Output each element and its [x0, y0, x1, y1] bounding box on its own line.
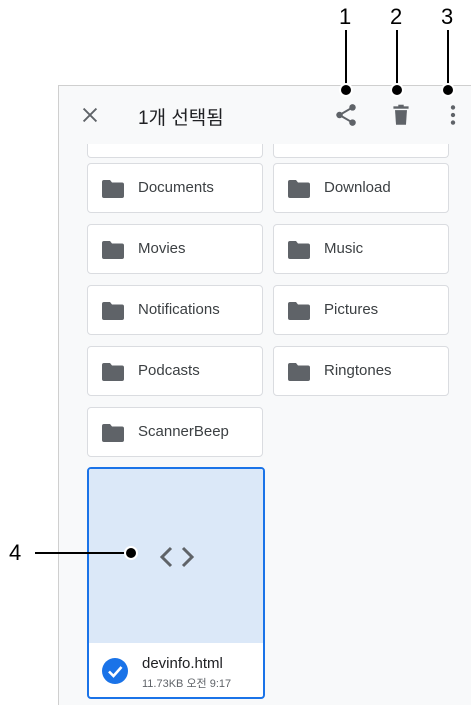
callout-line-1	[345, 30, 347, 90]
folder-name: Documents	[138, 179, 214, 196]
folder-name: Download	[324, 179, 391, 196]
folder-name: Pictures	[324, 301, 379, 318]
callout-dot-2	[392, 85, 402, 95]
file-thumbnail	[89, 469, 263, 643]
callout-line-2	[396, 30, 398, 90]
folder-tile[interactable]: ScannerBeep	[87, 407, 263, 457]
folder-icon	[288, 180, 310, 198]
code-icon	[159, 546, 195, 568]
callout-dot-1	[341, 85, 351, 95]
folder-name: Notifications	[138, 301, 220, 318]
folder-tile[interactable]: Documents	[87, 163, 263, 213]
folder-name: ScannerBeep	[138, 423, 229, 440]
folder-icon	[102, 180, 124, 198]
folder-icon	[102, 302, 124, 320]
folder-icon	[102, 363, 124, 381]
callout-4: 4	[9, 540, 22, 565]
folder-tile[interactable]: Pictures	[273, 285, 449, 335]
folder-icon	[102, 424, 124, 442]
selection-count-title: 1개 선택됨	[138, 108, 224, 129]
scrolled-tile-left	[87, 144, 263, 158]
selected-check-icon[interactable]	[101, 657, 129, 685]
more-vert-icon[interactable]	[440, 102, 466, 128]
folder-icon	[288, 302, 310, 320]
folder-tile[interactable]: Music	[273, 224, 449, 274]
folder-name: Ringtones	[324, 362, 392, 379]
selection-app-bar: 1개 선택됨	[59, 86, 471, 144]
scrolled-tile-right	[273, 144, 449, 158]
callout-3: 3	[441, 4, 454, 29]
file-name: devinfo.html	[142, 655, 223, 672]
folder-name: Music	[324, 240, 364, 257]
folder-name: Podcasts	[138, 362, 200, 379]
callout-2: 2	[390, 4, 403, 29]
callout-line-4	[35, 552, 131, 554]
folder-tile[interactable]: Movies	[87, 224, 263, 274]
folder-tile[interactable]: Podcasts	[87, 346, 263, 396]
delete-icon[interactable]	[388, 102, 414, 128]
callout-dot-4	[126, 548, 136, 558]
folder-icon	[288, 363, 310, 381]
folder-icon	[102, 241, 124, 259]
folder-name: Movies	[138, 240, 186, 257]
callout-dot-3	[443, 85, 453, 95]
close-icon[interactable]	[79, 104, 101, 126]
callout-1: 1	[339, 4, 352, 29]
file-meta: 11.73KB 오전 9:17	[142, 678, 232, 690]
folder-icon	[288, 241, 310, 259]
share-icon[interactable]	[333, 102, 359, 128]
selected-file-card[interactable]: devinfo.html 11.73KB 오전 9:17	[87, 467, 265, 699]
folder-tile[interactable]: Ringtones	[273, 346, 449, 396]
callout-line-3	[447, 30, 449, 90]
phone-screen: 1개 선택됨 Documents Download Movies Music N…	[58, 85, 471, 705]
folder-tile[interactable]: Download	[273, 163, 449, 213]
folder-tile[interactable]: Notifications	[87, 285, 263, 335]
